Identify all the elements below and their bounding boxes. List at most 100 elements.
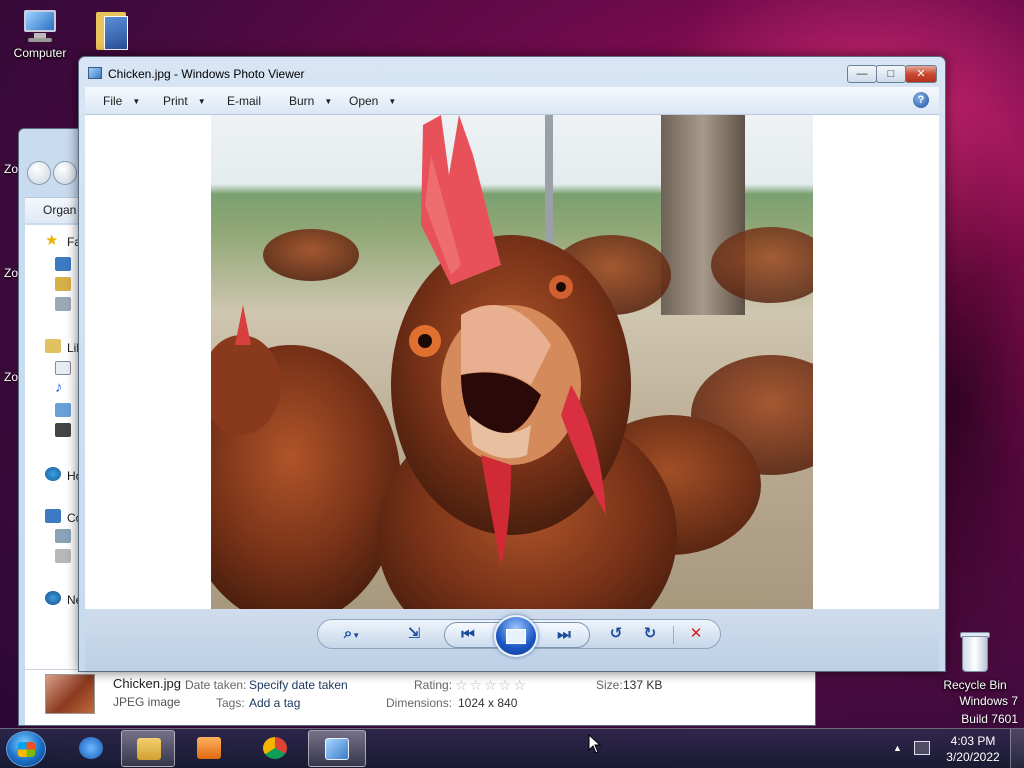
windows-logo-icon [18, 742, 35, 757]
dimensions-value: 1024 x 840 [458, 696, 518, 710]
taskbar-clock[interactable]: 4:03 PM 3/20/2022 [942, 733, 1004, 765]
sidebar-item-drive-c[interactable] [25, 529, 85, 547]
show-hidden-icons-arrow-icon[interactable]: ▲ [893, 743, 902, 753]
sidebar-item-libraries[interactable]: Lib [25, 339, 85, 357]
sidebar-item-music[interactable]: ♪ [25, 379, 85, 399]
slideshow-icon [506, 629, 526, 644]
dropdown-arrow-icon: ▼ [388, 97, 397, 106]
help-icon[interactable]: ? [913, 92, 929, 108]
sidebar-item-videos[interactable] [25, 423, 85, 441]
sidebar-item-computer[interactable]: Co [25, 509, 85, 527]
folder-icon [94, 6, 128, 50]
close-button[interactable]: ✕ [905, 65, 937, 83]
date-taken-field[interactable]: Specify date taken [249, 678, 348, 692]
desktop-icon-computer[interactable]: Computer [0, 8, 80, 60]
image-canvas [85, 115, 939, 609]
rotate-clockwise-button[interactable]: ↻ [638, 623, 662, 645]
folder-icon [137, 738, 161, 760]
dropdown-arrow-icon: ▼ [324, 97, 333, 106]
photo-viewer-icon [88, 67, 102, 79]
dropdown-arrow-icon: ▼ [352, 631, 361, 640]
taskbar-photo-viewer[interactable] [308, 730, 366, 767]
dimensions-label: Dimensions: [386, 696, 453, 710]
maximize-button[interactable]: □ [876, 65, 906, 83]
rotate-counterclockwise-button[interactable]: ↺ [604, 623, 628, 645]
navigation-pane: ★ Fa Lib ♪ Ho Co Ne [25, 225, 85, 669]
sidebar-item-favorites[interactable]: ★ Fa [25, 233, 85, 251]
sidebar-item-homegroup[interactable]: Ho [25, 467, 85, 485]
clipped-desktop-label: Zo [4, 266, 19, 280]
magnifier-icon: ⌕ [343, 625, 353, 642]
tags-field[interactable]: Add a tag [249, 696, 300, 710]
taskbar-media-player[interactable] [182, 730, 236, 767]
forward-button[interactable] [53, 161, 77, 185]
media-player-icon [197, 737, 221, 759]
explorer-toolbar: Organ [25, 197, 85, 223]
minimize-button[interactable]: — [847, 65, 877, 83]
back-button[interactable] [27, 161, 51, 185]
file-thumbnail [45, 674, 95, 714]
windows-watermark-line1: Windows 7 [959, 694, 1018, 708]
taskbar: ▲ 4:03 PM 3/20/2022 [0, 728, 1024, 768]
menu-print[interactable]: Print ▼ [163, 94, 206, 108]
menu-label: File [103, 94, 123, 108]
zoom-button[interactable]: ⌕▼ [340, 623, 364, 645]
sidebar-item-desktop[interactable] [25, 257, 85, 275]
drive-icon [55, 529, 71, 543]
details-filetype: JPEG image [113, 695, 181, 709]
star-icon: ★ [45, 232, 59, 249]
videos-icon [55, 423, 71, 437]
network-status-icon[interactable] [914, 741, 930, 755]
clock-time: 4:03 PM [950, 734, 996, 748]
taskbar-internet-explorer[interactable] [64, 730, 118, 767]
clock-date: 3/20/2022 [946, 750, 1000, 764]
sidebar-item-network[interactable]: Ne [25, 591, 85, 609]
menu-file[interactable]: File ▼ [103, 94, 140, 108]
taskbar-windows-explorer[interactable] [121, 730, 175, 767]
previous-button[interactable]: ⏮ [456, 624, 480, 646]
recycle-bin-icon [958, 630, 992, 674]
organize-button[interactable]: Organ [43, 203, 76, 217]
playback-controls: ⌕▼ ⇲ ⏮ ⏭ ↺ ↻ ✕ [317, 615, 721, 657]
sidebar-item-downloads[interactable] [25, 277, 85, 295]
sidebar-item-drive-d[interactable] [25, 549, 85, 567]
dropdown-arrow-icon: ▼ [132, 97, 141, 106]
desktop-icon-folder[interactable] [76, 6, 146, 54]
rotate-ccw-icon: ↺ [609, 625, 623, 642]
taskbar-chrome[interactable] [248, 730, 302, 767]
chicken-photo-drawing [211, 115, 813, 609]
next-button[interactable]: ⏭ [552, 624, 576, 646]
start-button[interactable] [6, 731, 46, 767]
sidebar-item-recent[interactable] [25, 297, 85, 315]
desktop-icon-recycle-bin[interactable]: Recycle Bin [935, 630, 1015, 692]
libraries-icon [45, 339, 61, 353]
delete-button[interactable]: ✕ [684, 623, 708, 645]
documents-icon [55, 361, 71, 375]
sidebar-item-documents[interactable] [25, 361, 85, 379]
menu-open[interactable]: Open ▼ [349, 94, 396, 108]
menu-email[interactable]: E-mail [227, 94, 261, 108]
show-desktop-button[interactable] [1010, 729, 1024, 768]
window-title: Chicken.jpg - Windows Photo Viewer [108, 67, 305, 81]
dvd-drive-icon [55, 549, 71, 563]
size-label: Size: [596, 678, 623, 692]
chicken-photo [211, 115, 813, 609]
photo-viewer-icon [325, 738, 349, 760]
clipped-desktop-label: Zo [4, 370, 19, 384]
menu-label: Burn [289, 94, 315, 108]
recent-places-icon [55, 297, 71, 311]
clipped-desktop-label: Zo [4, 162, 19, 176]
rating-stars[interactable]: ☆☆☆☆☆ [455, 677, 528, 694]
dropdown-arrow-icon: ▼ [197, 97, 206, 106]
music-icon: ♪ [55, 379, 63, 396]
command-bar: File ▼ Print ▼ E-mail Burn ▼ Open ▼ ? [85, 87, 939, 115]
mouse-cursor-icon [588, 734, 602, 754]
actual-size-button[interactable]: ⇲ [402, 623, 426, 645]
next-icon: ⏭ [557, 626, 571, 643]
sidebar-item-pictures[interactable] [25, 403, 85, 421]
actual-size-icon: ⇲ [407, 625, 421, 642]
details-pane: Chicken.jpg JPEG image Date taken: Speci… [25, 669, 815, 725]
delete-icon: ✕ [689, 625, 703, 642]
slideshow-button[interactable] [494, 615, 538, 657]
menu-burn[interactable]: Burn ▼ [289, 94, 332, 108]
